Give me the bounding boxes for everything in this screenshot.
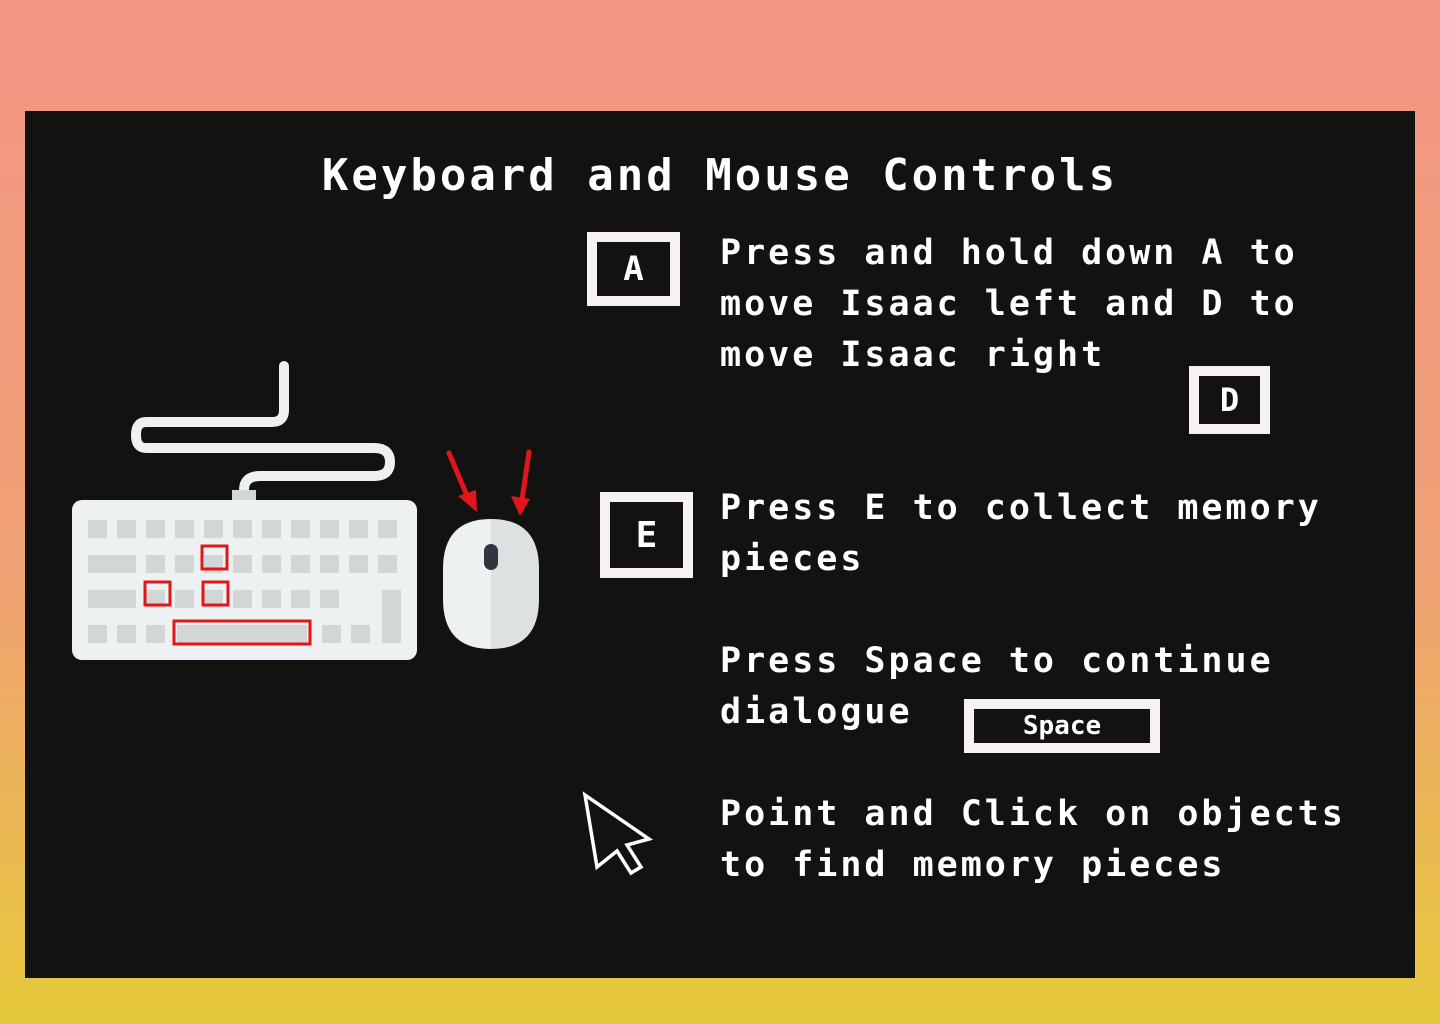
- keyboard-key: [291, 555, 310, 573]
- keyboard-key: [320, 555, 339, 573]
- keyboard-key: [146, 625, 165, 643]
- instruction-point-click: Point and Click on objects to find memor…: [720, 794, 1346, 885]
- keyboard-key: [233, 520, 252, 538]
- instruction-collect: Press E to collect memory pieces: [720, 488, 1322, 579]
- instruction-move: Press and hold down A to move Isaac left…: [720, 233, 1298, 375]
- keyboard-key: [117, 625, 136, 643]
- keyboard-key: [262, 555, 281, 573]
- keyboard-key: [351, 625, 370, 643]
- keyboard-key: [262, 520, 281, 538]
- keyboard-key: [262, 590, 281, 608]
- keyboard-key: [378, 520, 397, 538]
- keyboard-key: [382, 590, 401, 643]
- page-title: Keyboard and Mouse Controls: [321, 150, 1119, 201]
- keyboard-key: [349, 520, 368, 538]
- keyboard-key: [233, 590, 252, 608]
- keyboard-key: [320, 590, 339, 608]
- key-space-label: Space: [1022, 711, 1102, 741]
- key-e-label: E: [635, 514, 658, 556]
- key-e: E: [600, 492, 693, 578]
- key-d: D: [1189, 366, 1270, 434]
- key-space: Space: [964, 699, 1160, 753]
- key-d-label: D: [1219, 381, 1240, 419]
- keyboard-key: [117, 520, 136, 538]
- mouse-pointer-icon: [582, 791, 654, 876]
- keyboard-key: [88, 520, 107, 538]
- keyboard-key: [88, 625, 107, 643]
- keyboard-key: [204, 520, 223, 538]
- keyboard-key: [88, 590, 136, 608]
- keyboard-key: [291, 590, 310, 608]
- keyboard-key: [320, 520, 339, 538]
- keyboard-key: [146, 520, 165, 538]
- keyboard-key: [233, 555, 252, 573]
- key-a-label: A: [623, 249, 644, 289]
- keyboard-key: [349, 555, 368, 573]
- keyboard-and-mouse-icon: [72, 361, 539, 660]
- key-a: A: [587, 232, 680, 306]
- keyboard-key: [177, 625, 307, 643]
- keyboard-key: [322, 625, 341, 643]
- keyboard-key: [146, 555, 165, 573]
- keyboard-key: [291, 520, 310, 538]
- keyboard-key: [175, 590, 194, 608]
- keyboard-key: [88, 555, 136, 573]
- keyboard-key: [378, 555, 397, 573]
- keyboard-key: [175, 555, 194, 573]
- keyboard-key: [175, 520, 194, 538]
